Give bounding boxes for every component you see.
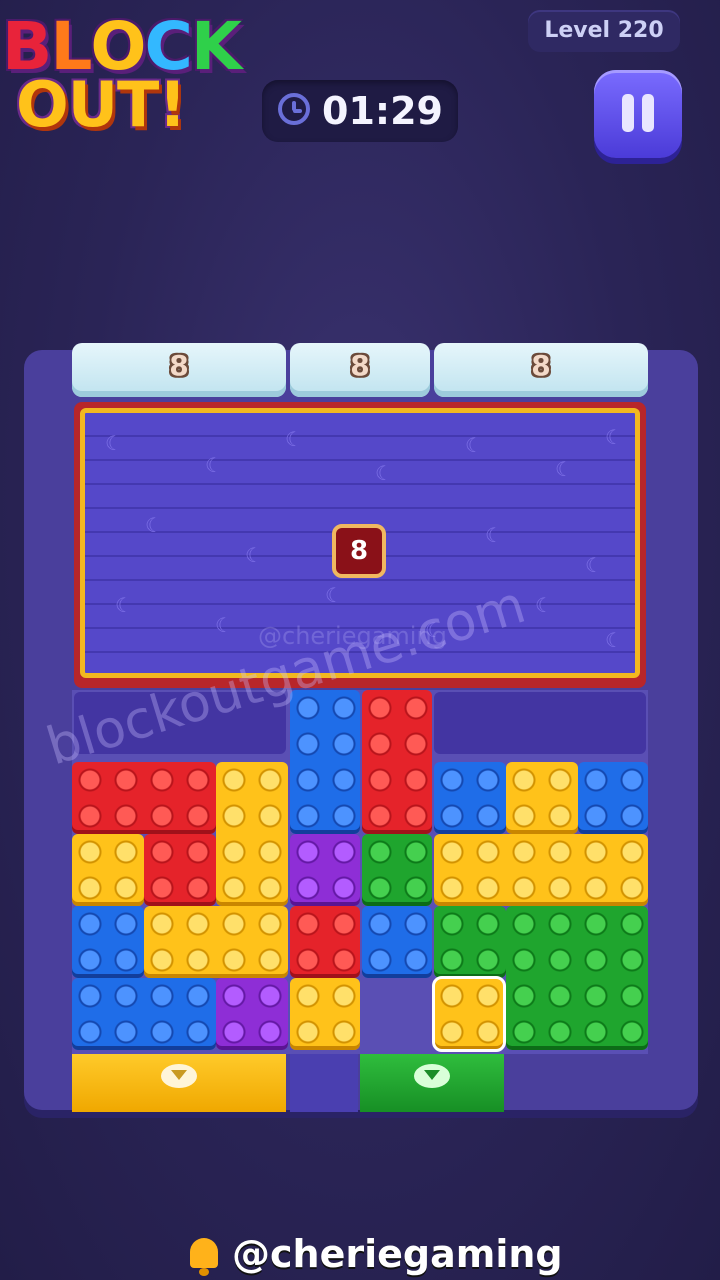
moon-icon: ☾	[485, 523, 503, 547]
red-block[interactable]	[144, 834, 216, 906]
moon-icon: ☾	[375, 461, 393, 485]
yellow-exit-gate	[72, 1054, 286, 1112]
moon-icon: ☾	[555, 457, 573, 481]
red-block[interactable]	[72, 762, 216, 834]
blue-block[interactable]	[362, 906, 432, 978]
purple-block[interactable]	[290, 834, 360, 906]
creator-handle: @cheriegaming	[232, 1232, 563, 1276]
curtain-lock-counter: 8	[332, 524, 386, 578]
yellow-block[interactable]	[216, 762, 288, 906]
moon-icon: ☾	[605, 425, 623, 449]
red-block[interactable]	[290, 906, 360, 978]
empty-slot	[434, 692, 646, 754]
yellow-block[interactable]	[290, 978, 360, 1050]
yellow-block[interactable]	[144, 906, 288, 978]
selected-yellow-block[interactable]	[432, 976, 506, 1052]
moon-icon: ☾	[465, 433, 483, 457]
ice-target-block: 8	[290, 343, 430, 397]
ice-count: 8	[350, 349, 370, 382]
pause-button[interactable]	[594, 70, 682, 158]
moon-icon: ☾	[285, 427, 303, 451]
moon-icon: ☾	[245, 543, 263, 567]
down-arrow-icon	[161, 1064, 197, 1088]
blue-block[interactable]	[290, 690, 360, 834]
green-block[interactable]	[362, 834, 432, 906]
yellow-block[interactable]	[72, 834, 144, 906]
ice-count: 8	[531, 349, 551, 382]
moon-icon: ☾	[325, 583, 343, 607]
down-arrow-icon	[414, 1064, 450, 1088]
clock-icon	[278, 93, 310, 125]
yellow-block[interactable]	[434, 834, 648, 906]
moon-icon: ☾	[535, 593, 553, 617]
ice-target-block: 8	[434, 343, 648, 397]
blue-block[interactable]	[72, 978, 216, 1050]
ice-count: 8	[169, 349, 189, 382]
green-block[interactable]	[434, 906, 506, 978]
moon-icon: ☾	[115, 593, 133, 617]
purple-block[interactable]	[216, 978, 288, 1050]
green-block[interactable]	[506, 906, 648, 1050]
blue-block[interactable]	[578, 762, 648, 834]
board-wall	[290, 1054, 358, 1112]
ice-target-block: 8	[72, 343, 286, 397]
red-block[interactable]	[362, 690, 432, 834]
level-indicator: Level 220	[528, 10, 680, 52]
timer: 01:29	[262, 80, 458, 142]
moon-icon: ☾	[585, 553, 603, 577]
green-exit-gate	[360, 1054, 504, 1112]
yellow-block[interactable]	[506, 762, 578, 834]
bell-icon	[186, 1236, 222, 1276]
moon-icon: ☾	[205, 453, 223, 477]
blue-block[interactable]	[434, 762, 506, 834]
moon-icon: ☾	[605, 628, 623, 652]
moon-icon: ☾	[145, 513, 163, 537]
timer-value: 01:29	[322, 89, 443, 133]
moon-icon: ☾	[105, 431, 123, 455]
game-logo: BLOCK OUT!	[0, 0, 265, 150]
blue-block[interactable]	[72, 906, 144, 978]
moon-icon: ☾	[215, 613, 233, 637]
logo-title-line2: OUT!	[16, 68, 187, 141]
